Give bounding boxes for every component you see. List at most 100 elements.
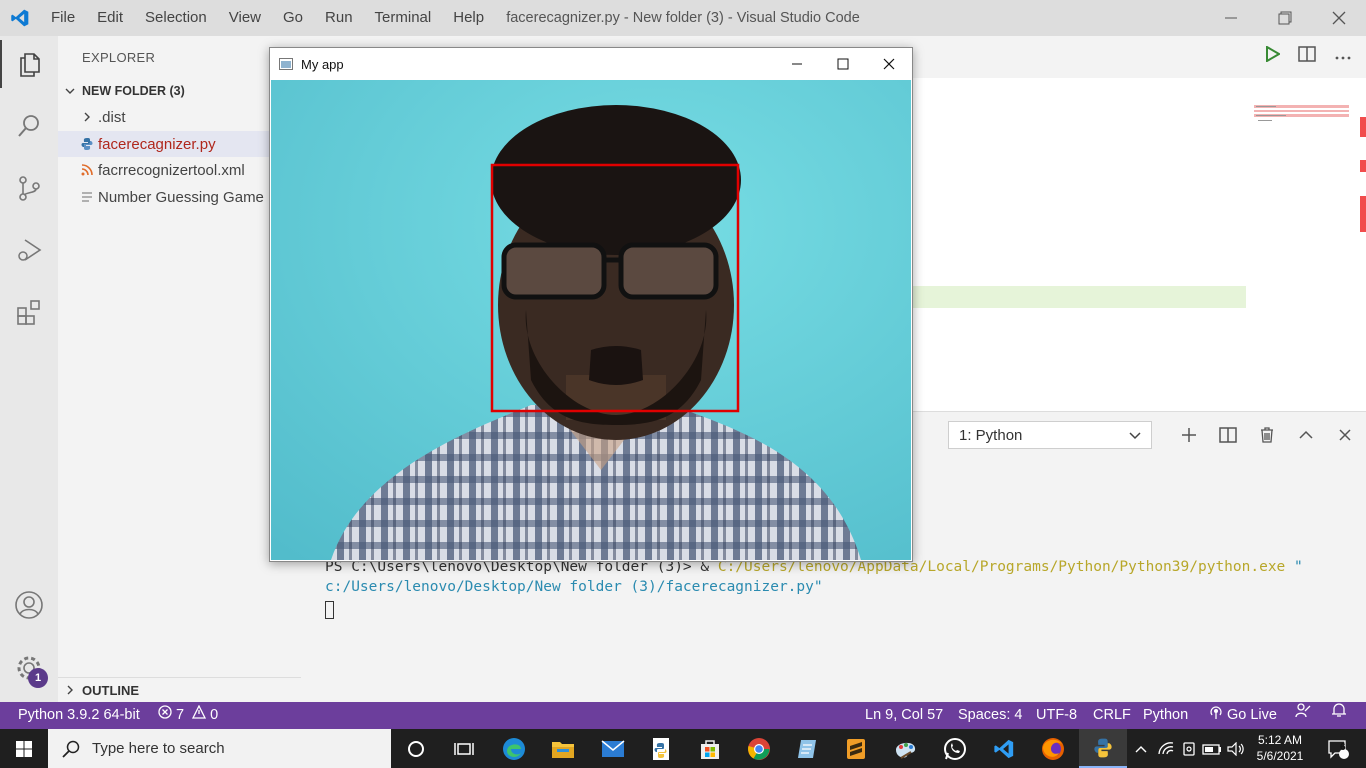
app-title-bar[interactable]: My app — [270, 48, 912, 80]
taskbar-search[interactable]: Type here to search — [48, 729, 391, 768]
task-view-icon[interactable] — [440, 729, 488, 768]
menu-run[interactable]: Run — [314, 0, 364, 36]
explorer-sidebar: EXPLORER NEW FOLDER (3) .dist facerecagn… — [58, 36, 301, 702]
chevron-right-icon — [76, 112, 98, 122]
sublime-text-icon[interactable] — [832, 729, 880, 768]
settings-gear-icon[interactable] — [0, 644, 58, 692]
run-python-file-icon[interactable] — [1266, 45, 1281, 67]
app-minimize-button[interactable] — [774, 48, 820, 80]
menu-go[interactable]: Go — [272, 0, 314, 36]
cortana-icon[interactable] — [392, 729, 440, 768]
vscode-logo-icon — [0, 0, 40, 36]
maximize-panel-icon[interactable] — [1286, 424, 1325, 446]
folder-name: NEW FOLDER (3) — [82, 84, 185, 98]
menu-terminal[interactable]: Terminal — [364, 0, 443, 36]
battery-icon[interactable] — [1201, 729, 1223, 768]
go-live-label: Go Live — [1227, 707, 1277, 723]
notepad-icon[interactable] — [783, 729, 831, 768]
split-editor-icon[interactable] — [1298, 46, 1316, 67]
app-close-button[interactable] — [866, 48, 912, 80]
status-bar: Python 3.9.2 64-bit 7 0 Ln 9, Col 57 Spa… — [0, 702, 1366, 729]
outline-section[interactable]: OUTLINE — [58, 677, 301, 702]
system-clock[interactable]: 5:12 AM 5/6/2021 — [1248, 732, 1312, 764]
files-icon[interactable] — [0, 40, 58, 88]
terminal-select[interactable]: 1: Python — [948, 421, 1152, 449]
account-icon[interactable] — [0, 581, 58, 629]
run-debug-icon[interactable] — [0, 226, 58, 274]
restore-button[interactable] — [1258, 0, 1312, 36]
go-live-button[interactable]: Go Live — [1209, 702, 1277, 729]
activity-bar: 1 — [0, 36, 58, 702]
minimize-button[interactable] — [1204, 0, 1258, 36]
notification-count: 6 — [1340, 742, 1346, 753]
tree-item-facerecagnizer[interactable]: facerecagnizer.py — [58, 131, 301, 157]
edge-icon[interactable] — [490, 729, 538, 768]
trash-icon[interactable] — [1247, 424, 1286, 446]
tree-item-facrrecognizertool[interactable]: facrrecognizertool.xml — [58, 157, 301, 183]
mail-icon[interactable] — [589, 729, 637, 768]
menu-view[interactable]: View — [218, 0, 272, 36]
vscode-taskbar-icon[interactable] — [980, 729, 1028, 768]
editor-actions — [1266, 45, 1352, 67]
terminal-select-value: 1: Python — [959, 426, 1023, 444]
source-control-icon[interactable] — [0, 164, 58, 212]
close-panel-icon[interactable] — [1325, 424, 1364, 446]
encoding[interactable]: UTF-8 — [1036, 702, 1077, 729]
new-terminal-icon[interactable] — [1169, 424, 1208, 446]
extensions-icon[interactable] — [0, 288, 58, 336]
language-mode[interactable]: Python — [1143, 702, 1188, 729]
python-app-icon[interactable] — [1079, 729, 1127, 768]
windows-start-icon[interactable] — [0, 729, 48, 768]
chrome-icon[interactable] — [735, 729, 783, 768]
wifi-icon[interactable] — [1155, 729, 1177, 768]
error-count: 7 — [176, 707, 185, 723]
menu-selection[interactable]: Selection — [134, 0, 218, 36]
settings-badge: 1 — [28, 668, 48, 688]
more-actions-icon[interactable] — [1334, 48, 1352, 66]
close-button[interactable] — [1312, 0, 1366, 36]
search-icon[interactable] — [0, 102, 58, 150]
feedback-icon[interactable] — [1295, 702, 1311, 718]
terminal-cursor — [325, 601, 334, 619]
chevron-up-icon[interactable] — [1131, 729, 1151, 768]
search-icon — [62, 740, 80, 758]
whatsapp-icon[interactable] — [931, 729, 979, 768]
file-explorer-icon[interactable] — [539, 729, 587, 768]
cursor-position[interactable]: Ln 9, Col 57 — [865, 702, 943, 729]
firefox-icon[interactable] — [1029, 729, 1077, 768]
end-of-line[interactable]: CRLF — [1093, 702, 1131, 729]
terminal-arg-open: " — [1285, 559, 1303, 575]
app-title: My app — [301, 56, 344, 72]
menu-edit[interactable]: Edit — [86, 0, 134, 36]
camera-feed — [271, 80, 911, 560]
device-icon[interactable] — [1179, 729, 1199, 768]
split-terminal-icon[interactable] — [1208, 424, 1247, 446]
python-idle-icon[interactable] — [638, 729, 686, 768]
warning-count: 0 — [210, 707, 219, 723]
paint-icon[interactable] — [881, 729, 929, 768]
indentation[interactable]: Spaces: 4 — [958, 702, 1023, 729]
window-controls — [1204, 0, 1366, 36]
minimap[interactable] — [1254, 102, 1349, 132]
tree-item-label: Number Guessing Game — [98, 188, 264, 206]
tree-item-number-guessing-game[interactable]: Number Guessing Game — [58, 184, 301, 210]
volume-icon[interactable] — [1225, 729, 1247, 768]
menu-file[interactable]: File — [40, 0, 86, 36]
current-line-highlight — [911, 286, 1246, 308]
overview-ruler[interactable] — [1360, 102, 1366, 272]
app-maximize-button[interactable] — [820, 48, 866, 80]
explorer-title: EXPLORER — [82, 50, 156, 65]
problems-indicator[interactable]: 7 0 — [158, 702, 218, 729]
tree-item-dist[interactable]: .dist — [58, 104, 301, 130]
microsoft-store-icon[interactable] — [686, 729, 734, 768]
action-center-icon[interactable]: 6 — [1318, 729, 1358, 768]
chevron-down-icon — [58, 86, 82, 96]
menu-help[interactable]: Help — [442, 0, 495, 36]
notifications-bell-icon[interactable] — [1331, 702, 1347, 718]
clock-date: 5/6/2021 — [1256, 749, 1304, 763]
app-window-icon — [279, 58, 293, 70]
my-app-window[interactable]: My app — [269, 47, 913, 562]
python-interpreter[interactable]: Python 3.9.2 64-bit — [18, 702, 140, 729]
folder-header[interactable]: NEW FOLDER (3) — [58, 80, 301, 102]
clock-time: 5:12 AM — [1257, 733, 1303, 747]
